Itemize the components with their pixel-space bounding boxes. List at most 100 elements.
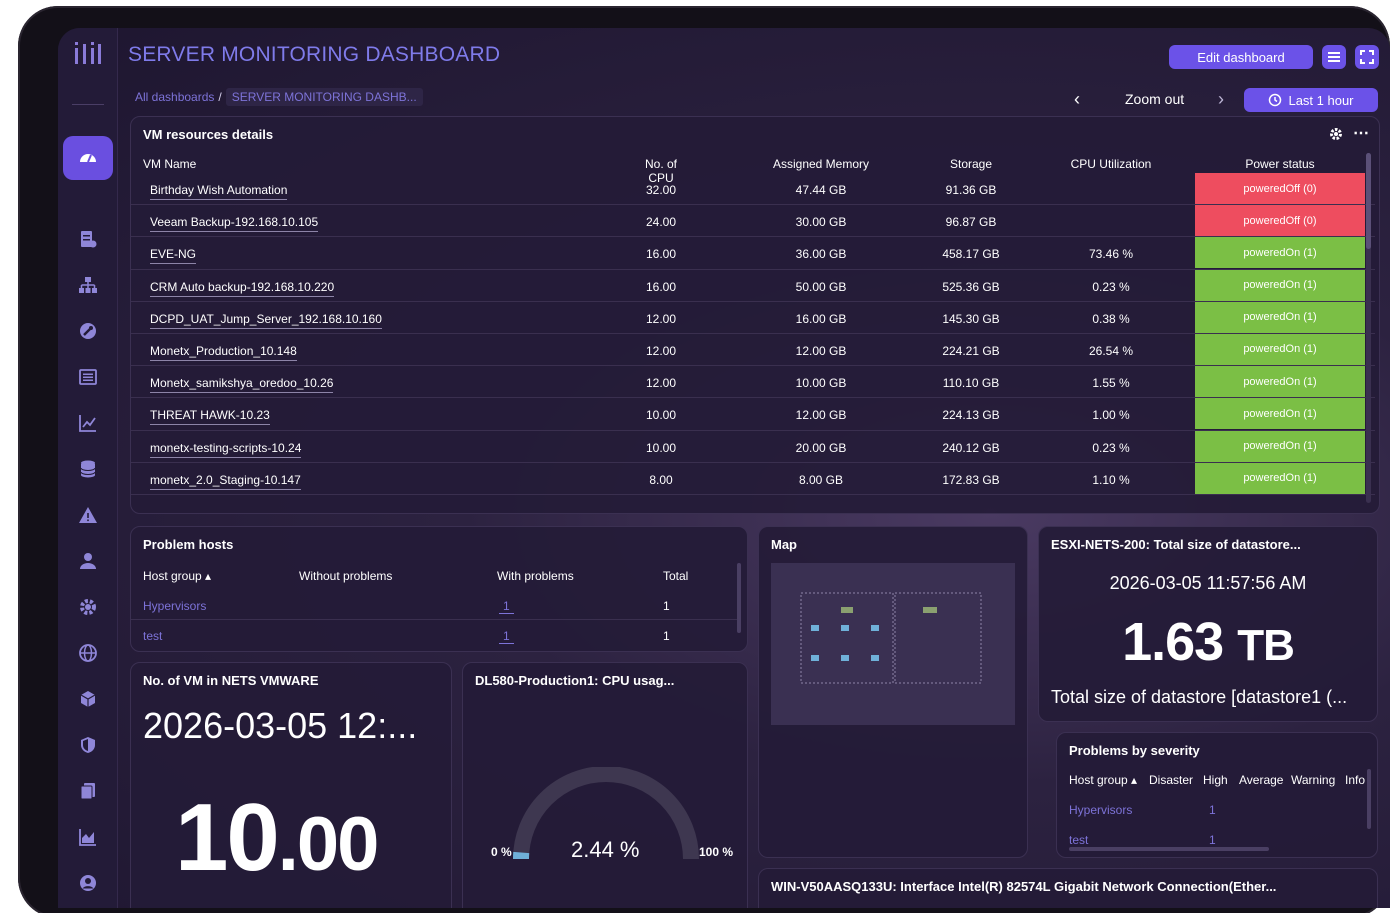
nav-global[interactable] <box>73 640 103 666</box>
breadcrumb-current[interactable]: SERVER MONITORING DASHB... <box>225 88 423 106</box>
storage-size: 240.12 GB <box>942 440 1000 455</box>
column-header: With problems <box>497 569 574 583</box>
nav-inventory[interactable] <box>73 364 103 390</box>
nav-profile[interactable] <box>73 870 103 896</box>
network-icon <box>79 277 97 293</box>
column-header[interactable]: Assigned Memory <box>771 157 871 171</box>
wrench-icon <box>80 323 96 339</box>
app-logo[interactable] <box>68 40 108 70</box>
column-header[interactable]: VM Name <box>143 157 196 171</box>
cpu-utilization: 1.55 % <box>1092 376 1130 391</box>
database-icon <box>80 460 96 478</box>
edit-dashboard-button[interactable]: Edit dashboard <box>1169 45 1313 69</box>
storage-size: 224.13 GB <box>942 408 1000 423</box>
line-chart-icon <box>79 415 96 432</box>
host-group-link[interactable]: Hypervisors <box>1069 803 1132 817</box>
datastore-value: 1.63 TB <box>1039 611 1377 673</box>
assigned-memory: 12.00 GB <box>795 408 847 423</box>
gear-icon[interactable] <box>1329 127 1343 141</box>
nav-analytics[interactable] <box>73 824 103 850</box>
host-group-link[interactable]: Hypervisors <box>143 599 206 613</box>
vm-name-link[interactable]: Monetx_Production_10.148 <box>150 344 297 361</box>
nav-security[interactable] <box>73 732 103 758</box>
chevron-left-icon[interactable]: ‹ <box>1074 89 1080 110</box>
nav-data[interactable] <box>73 456 103 482</box>
assigned-memory: 47.44 GB <box>795 183 847 197</box>
nav-settings[interactable] <box>73 594 103 620</box>
zoom-out-button[interactable]: Zoom out <box>1125 91 1184 107</box>
column-header[interactable]: Storage <box>921 157 1021 171</box>
column-header[interactable]: Host group ▴ <box>1069 773 1137 787</box>
storage-size: 145.30 GB <box>942 311 1000 326</box>
table-row: monetx-testing-scripts-10.24 10.00 20.00 G… <box>131 430 1375 463</box>
datastore-panel: ESXI-NETS-200: Total size of datastore..… <box>1038 526 1378 722</box>
vm-name-link[interactable]: EVE-NG <box>150 247 197 265</box>
nav-packages[interactable] <box>73 686 103 712</box>
fullscreen-button[interactable] <box>1355 45 1379 69</box>
disaster-count-link[interactable]: 1 <box>1209 803 1216 817</box>
panel-title: No. of VM in NETS VMWARE <box>143 673 319 688</box>
vm-name-link[interactable]: CRM Auto backup-192.168.10.220 <box>150 280 335 297</box>
vm-name-link[interactable]: monetx_2.0_Staging-10.147 <box>150 473 301 490</box>
column-header: Average <box>1239 773 1284 787</box>
host-group-link[interactable]: test <box>1069 833 1088 847</box>
vm-name-link[interactable]: Birthday Wish Automation <box>150 183 288 200</box>
cpu-utilization: 26.54 % <box>1088 343 1134 358</box>
menu-button[interactable] <box>1322 45 1346 69</box>
total-count: 1 <box>663 599 670 613</box>
storage-size: 172.83 GB <box>942 472 1000 487</box>
nav-topology[interactable] <box>73 272 103 298</box>
storage-size: 110.10 GB <box>942 376 1000 391</box>
breadcrumb: All dashboards / SERVER MONITORING DASHB..… <box>135 88 423 106</box>
column-header: Without problems <box>299 569 393 583</box>
vm-name-link[interactable]: Monetx_samikshya_oredoo_10.26 <box>150 376 334 394</box>
vm-table: VM Name No. of CPU Assigned Memory Stora… <box>131 153 1375 495</box>
gauge-max-label: 100 % <box>699 845 734 859</box>
power-status-badge: poweredOff (0) <box>1195 205 1365 237</box>
disaster-count-link[interactable]: 1 <box>1209 833 1216 847</box>
time-range-button[interactable]: Last 1 hour <box>1244 88 1378 112</box>
map-canvas[interactable] <box>771 563 1015 725</box>
cpu-utilization: 0.23 % <box>1092 440 1130 455</box>
gauge-value: 2.44 % <box>571 837 640 862</box>
column-header[interactable]: Host group ▴ <box>143 569 211 583</box>
nav-users[interactable] <box>73 548 103 574</box>
storage-size: 96.87 GB <box>945 215 997 230</box>
table-row: CRM Auto backup-192.168.10.220 16.00 50.00… <box>131 269 1375 302</box>
problem-count-link[interactable]: 1 <box>499 599 514 614</box>
logo-icon <box>75 42 101 64</box>
nav-tools[interactable] <box>73 318 103 344</box>
scrollbar-thumb[interactable] <box>737 563 741 633</box>
nav-dashboard[interactable] <box>63 136 113 180</box>
column-header[interactable]: CPU Utilization <box>1061 157 1161 171</box>
clock-icon <box>1269 93 1282 107</box>
tablet-frame: SERVER MONITORING DASHBOARD Edit dashboa… <box>18 6 1390 913</box>
problems-severity-panel: Problems by severity Host group ▴ Disaste… <box>1056 732 1378 858</box>
vm-name-link[interactable]: Veeam Backup-192.168.10.105 <box>150 215 319 233</box>
vm-name-link[interactable]: DCPD_UAT_Jump_Server_192.168.10.160 <box>150 312 382 329</box>
problem-count-link[interactable]: 1 <box>499 629 514 644</box>
speedometer-icon <box>80 154 96 163</box>
assigned-memory: 16.00 GB <box>795 311 847 326</box>
scrollbar-thumb[interactable] <box>1366 153 1371 249</box>
nav-monitoring[interactable] <box>73 410 103 436</box>
more-options-icon[interactable]: ⋯ <box>1353 123 1369 143</box>
vm-name-link[interactable]: THREAT HAWK-10.23 <box>150 408 270 426</box>
column-header[interactable]: Power status <box>1195 157 1365 171</box>
breadcrumb-root[interactable]: All dashboards <box>135 90 214 104</box>
row-divider <box>131 619 741 620</box>
gauge-min-label: 0 % <box>491 845 512 859</box>
scrollbar-thumb[interactable] <box>1069 847 1269 851</box>
host-group-link[interactable]: test <box>143 629 162 643</box>
nav-documents[interactable] <box>73 778 103 804</box>
scrollbar-thumb[interactable] <box>1367 769 1371 829</box>
assigned-memory: 50.00 GB <box>795 279 847 294</box>
cpu-count: 8.00 <box>649 472 673 487</box>
chevron-right-icon[interactable]: › <box>1218 89 1224 110</box>
problem-hosts-panel: Problem hosts Host group ▴ Without probl… <box>130 526 748 652</box>
nav-alerts[interactable] <box>73 502 103 528</box>
vm-name-link[interactable]: monetx-testing-scripts-10.24 <box>150 441 302 458</box>
fullscreen-icon <box>1360 50 1374 64</box>
nav-reports[interactable] <box>73 226 103 252</box>
power-status-badge: poweredOn (1) <box>1195 398 1365 430</box>
